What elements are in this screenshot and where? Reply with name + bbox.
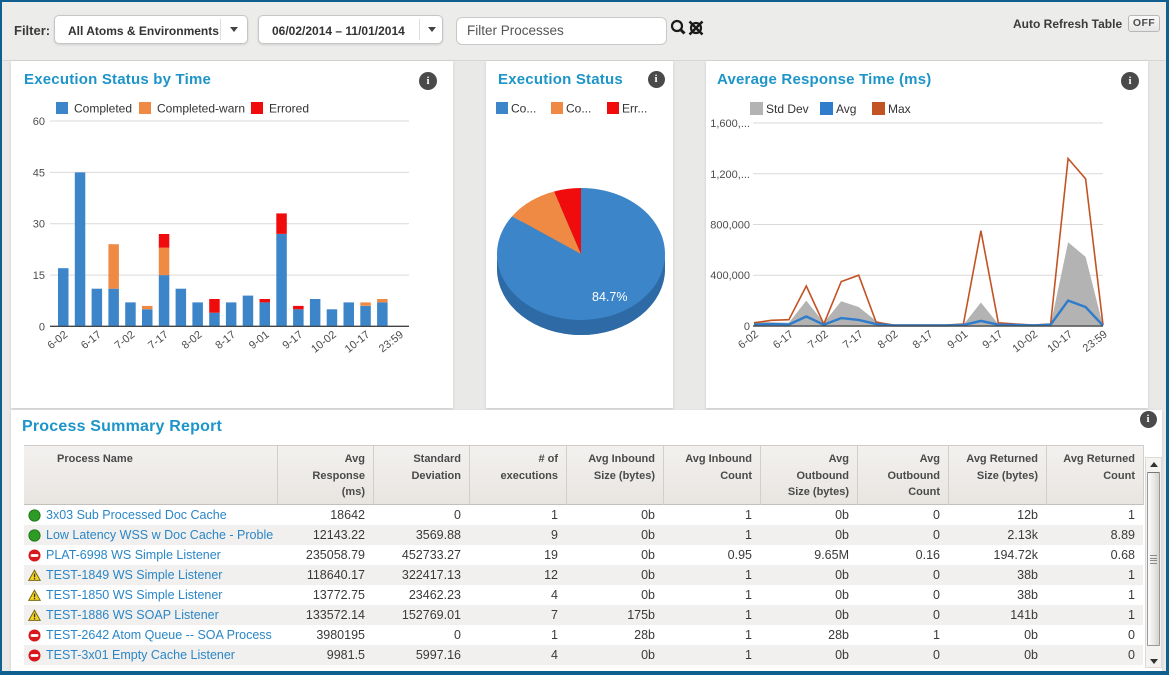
svg-text:6-02: 6-02 bbox=[45, 329, 70, 352]
svg-text:45: 45 bbox=[33, 167, 45, 179]
svg-text:800,000: 800,000 bbox=[710, 220, 750, 232]
svg-text:Co...: Co... bbox=[511, 102, 536, 116]
svg-text:9-01: 9-01 bbox=[945, 328, 970, 351]
svg-text:Errored: Errored bbox=[269, 102, 309, 116]
svg-text:7-17: 7-17 bbox=[146, 329, 171, 352]
svg-text:Max: Max bbox=[888, 102, 911, 116]
svg-text:10-02: 10-02 bbox=[309, 329, 339, 356]
svg-text:0: 0 bbox=[39, 321, 45, 333]
svg-text:10-17: 10-17 bbox=[1045, 328, 1075, 355]
svg-text:Err...: Err... bbox=[622, 102, 647, 116]
svg-text:60: 60 bbox=[33, 116, 45, 128]
svg-text:10-02: 10-02 bbox=[1010, 328, 1040, 355]
svg-text:7-02: 7-02 bbox=[113, 329, 138, 352]
svg-text:7-17: 7-17 bbox=[841, 328, 866, 351]
svg-text:400,000: 400,000 bbox=[710, 270, 750, 282]
svg-text:Std Dev: Std Dev bbox=[766, 102, 809, 116]
svg-text:Completed-warn: Completed-warn bbox=[157, 102, 245, 116]
svg-text:9-17: 9-17 bbox=[980, 328, 1005, 351]
svg-text:30: 30 bbox=[33, 219, 45, 231]
svg-text:1,600,...: 1,600,... bbox=[710, 118, 750, 130]
svg-text:23:59: 23:59 bbox=[377, 329, 406, 355]
svg-text:15: 15 bbox=[33, 270, 45, 282]
svg-text:9-17: 9-17 bbox=[280, 329, 305, 352]
svg-text:Completed: Completed bbox=[74, 102, 132, 116]
svg-text:Avg: Avg bbox=[836, 102, 856, 116]
svg-text:8-17: 8-17 bbox=[911, 328, 936, 351]
svg-text:8-17: 8-17 bbox=[213, 329, 238, 352]
svg-text:8-02: 8-02 bbox=[876, 328, 901, 351]
svg-text:8-02: 8-02 bbox=[180, 329, 205, 352]
svg-text:23:59: 23:59 bbox=[1081, 328, 1110, 354]
svg-text:10-17: 10-17 bbox=[343, 329, 373, 356]
svg-text:6-02: 6-02 bbox=[736, 328, 761, 351]
svg-text:6-17: 6-17 bbox=[79, 329, 104, 352]
svg-text:84.7%: 84.7% bbox=[592, 290, 627, 304]
svg-text:9-01: 9-01 bbox=[247, 329, 272, 352]
svg-text:7-02: 7-02 bbox=[806, 328, 831, 351]
svg-text:1,200,...: 1,200,... bbox=[710, 169, 750, 181]
svg-text:Co...: Co... bbox=[566, 102, 591, 116]
svg-text:6-17: 6-17 bbox=[771, 328, 796, 351]
